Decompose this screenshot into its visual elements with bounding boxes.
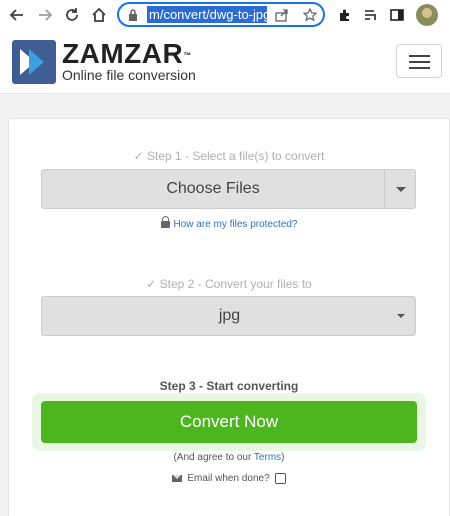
files-protected-link[interactable]: How are my files protected? [9,216,449,230]
brand-tagline: Online file conversion [62,67,196,83]
chevron-down-icon[interactable] [384,170,416,208]
back-arrow-icon[interactable] [6,4,28,26]
choose-files-label: Choose Files [166,180,260,197]
choose-files-button[interactable]: Choose Files [41,169,416,209]
email-when-done: Email when done? [9,473,449,484]
selected-format: jpg [218,307,241,324]
brand-name[interactable]: ZAMZAR™ [62,39,192,69]
zamzar-logo-icon[interactable] [12,40,56,84]
lock-icon[interactable] [125,7,141,23]
forward-arrow-icon[interactable] [34,4,56,26]
share-icon[interactable] [274,7,290,23]
mail-icon [172,475,183,482]
convert-button-wrapper: Convert Now [32,393,426,451]
site-header: ZAMZAR™ Online file conversion [0,30,450,94]
url-text[interactable]: m/convert/dwg-to-jpg/ [147,6,267,23]
step2-label: ✓ Step 2 - Convert your files to [146,277,312,291]
chevron-down-icon [397,314,405,318]
bookmark-star-icon[interactable] [302,7,318,23]
convert-now-button[interactable]: Convert Now [41,401,417,443]
extensions-icon[interactable] [334,4,356,26]
terms-agreement: (And agree to our Terms) [173,452,285,463]
step3-label: Step 3 - Start converting [159,379,299,393]
converter-card: ✓ Step 1 - Select a file(s) to convert C… [8,118,450,516]
email-checkbox[interactable] [274,473,286,484]
sidebar-icon[interactable] [386,4,408,26]
reading-list-icon[interactable] [360,4,382,26]
home-icon[interactable] [88,4,110,26]
format-select[interactable]: jpg [41,296,416,336]
terms-link[interactable]: Terms [254,452,281,463]
reload-icon[interactable] [61,4,83,26]
email-label: Email when done? [187,473,270,484]
browser-toolbar: m/convert/dwg-to-jpg/ [0,0,450,30]
profile-avatar[interactable] [416,4,438,26]
hamburger-menu-button[interactable] [396,44,442,78]
address-bar[interactable]: m/convert/dwg-to-jpg/ [117,2,325,27]
step1-label: ✓ Step 1 - Select a file(s) to convert [133,149,325,163]
lock-icon [160,216,170,228]
